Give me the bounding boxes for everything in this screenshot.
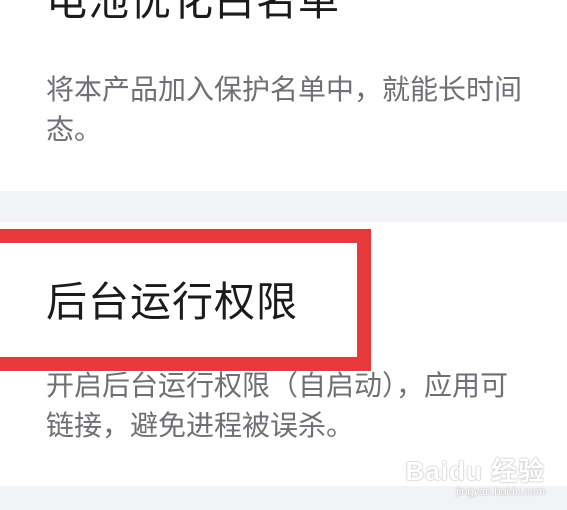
background-description-line-1: 开启后台运行权限（自启动），应用可: [46, 369, 509, 402]
battery-optimization-title: 电池优化白名单: [46, 0, 340, 25]
background-run-permission-card[interactable]: 后台运行权限 开启后台运行权限（自启动），应用可 链接，避免进程被误杀。: [0, 222, 567, 486]
battery-description-line-1: 将本产品加入保护名单中，就能长时间: [46, 73, 523, 106]
background-description-line-2: 链接，避免进程被误杀。: [46, 409, 355, 442]
watermark-url: jingyan.baidu.com: [456, 486, 545, 498]
battery-optimization-card[interactable]: 电池优化白名单 将本产品加入保护名单中，就能长时间 态。: [0, 0, 567, 191]
watermark-logo: Baidu 经验: [405, 456, 545, 486]
baidu-jingyan-watermark: Baidu 经验 jingyan.baidu.com: [406, 456, 545, 498]
battery-description-line-2: 态。: [46, 113, 103, 146]
battery-optimization-description: 将本产品加入保护名单中，就能长时间 态。: [46, 70, 522, 150]
background-run-permission-title: 后台运行权限: [46, 278, 298, 326]
background-run-permission-description: 开启后台运行权限（自启动），应用可 链接，避免进程被误杀。: [46, 366, 508, 446]
